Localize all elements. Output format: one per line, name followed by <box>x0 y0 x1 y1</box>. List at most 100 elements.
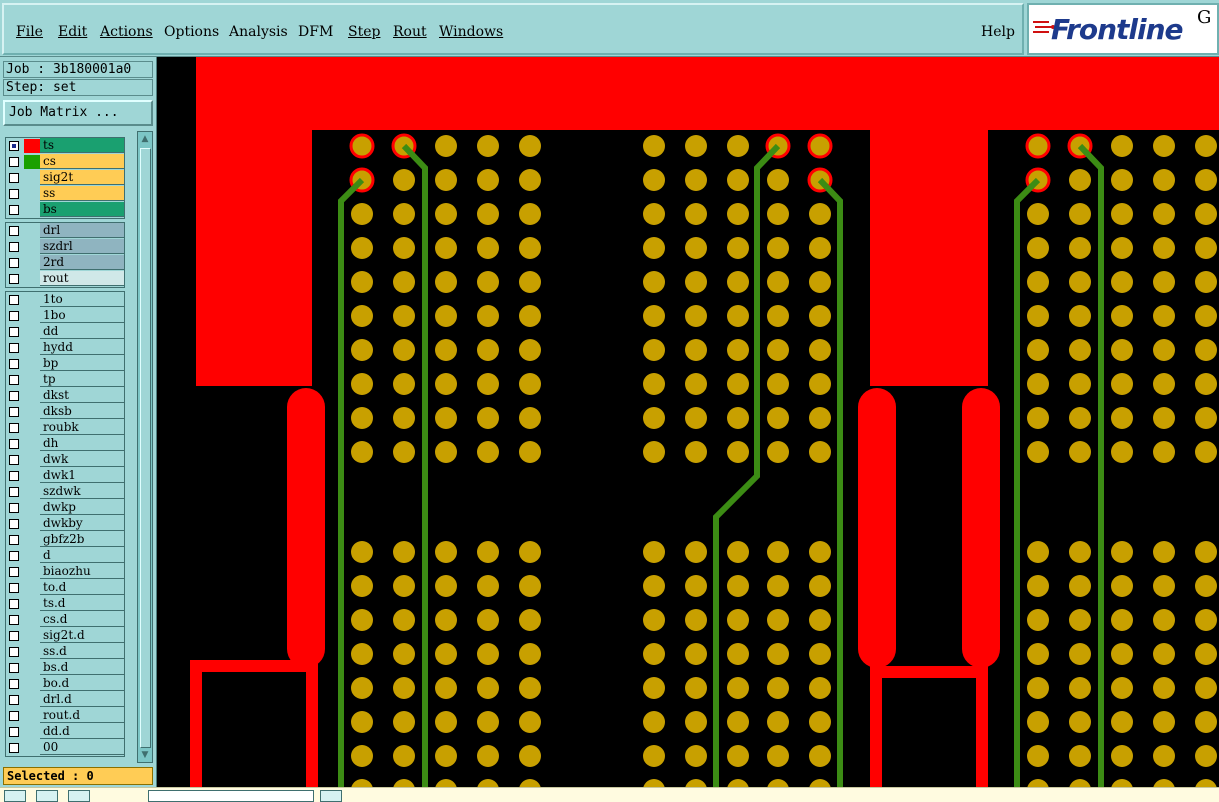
layer-name[interactable]: dkst <box>40 388 124 403</box>
command-field[interactable] <box>148 790 314 802</box>
layer-checkbox[interactable] <box>9 295 19 305</box>
layer-row-gbfz2b[interactable]: gbfz2b <box>6 532 124 548</box>
layer-checkbox[interactable] <box>9 423 19 433</box>
menu-dfm[interactable]: DFM <box>298 24 333 40</box>
layer-name[interactable]: biaozhu <box>40 564 124 579</box>
layer-name[interactable]: drl <box>40 223 124 238</box>
layer-name[interactable]: rout.d <box>40 708 124 723</box>
layer-name[interactable]: to.d <box>40 580 124 595</box>
layer-checkbox[interactable] <box>9 599 19 609</box>
menu-actions[interactable]: Actions <box>100 24 153 40</box>
layer-row-dkst[interactable]: dkst <box>6 388 124 404</box>
layer-checkbox[interactable] <box>9 226 19 236</box>
layer-checkbox[interactable] <box>9 503 19 513</box>
layer-color-swatch[interactable] <box>24 421 40 435</box>
layer-row-1bo[interactable]: 1bo <box>6 308 124 324</box>
layer-name[interactable]: szdrl <box>40 239 124 254</box>
scroll-thumb[interactable] <box>140 148 151 748</box>
layer-row-dd[interactable]: dd <box>6 324 124 340</box>
layer-row-dwkby[interactable]: dwkby <box>6 516 124 532</box>
layer-name[interactable]: dh <box>40 436 124 451</box>
layer-checkbox[interactable] <box>9 189 19 199</box>
layer-row-1to[interactable]: 1to <box>6 292 124 308</box>
layer-checkbox[interactable] <box>9 583 19 593</box>
layer-checkbox[interactable] <box>9 327 19 337</box>
layer-name[interactable]: cs.d <box>40 612 124 627</box>
menu-step[interactable]: Step <box>348 24 380 40</box>
layer-color-swatch[interactable] <box>24 533 40 547</box>
layer-color-swatch[interactable] <box>24 629 40 643</box>
layer-name[interactable]: drl.d <box>40 692 124 707</box>
layer-color-swatch[interactable] <box>24 565 40 579</box>
tool-button[interactable] <box>36 790 58 802</box>
layer-list-scrollbar[interactable]: ▲ ▼ <box>137 131 153 763</box>
menu-rout[interactable]: Rout <box>393 24 427 40</box>
layer-row-ss.d[interactable]: ss.d <box>6 644 124 660</box>
layer-color-swatch[interactable] <box>24 469 40 483</box>
layer-checkbox[interactable] <box>9 407 19 417</box>
layer-color-swatch[interactable] <box>24 725 40 739</box>
layer-color-swatch[interactable] <box>24 357 40 371</box>
layer-checkbox[interactable] <box>9 679 19 689</box>
layer-name[interactable]: dd.d <box>40 724 124 739</box>
layer-row-ts.d[interactable]: ts.d <box>6 596 124 612</box>
layer-color-swatch[interactable] <box>24 256 40 270</box>
layer-name[interactable]: dksb <box>40 404 124 419</box>
layer-checkbox[interactable] <box>9 205 19 215</box>
layer-name[interactable]: bp <box>40 356 124 371</box>
layer-color-swatch[interactable] <box>24 389 40 403</box>
layer-checkbox[interactable] <box>9 242 19 252</box>
layer-row-ss[interactable]: ss <box>6 186 124 202</box>
layer-checkbox[interactable] <box>9 695 19 705</box>
layer-row-sig2t[interactable]: sig2t <box>6 170 124 186</box>
layer-color-swatch[interactable] <box>24 437 40 451</box>
layer-name[interactable]: dwkby <box>40 516 124 531</box>
layer-checkbox[interactable] <box>9 375 19 385</box>
layer-checkbox[interactable] <box>9 455 19 465</box>
layer-checkbox[interactable] <box>9 551 19 561</box>
layer-name[interactable]: bo.d <box>40 676 124 691</box>
layer-checkbox[interactable] <box>9 711 19 721</box>
layer-checkbox[interactable] <box>9 343 19 353</box>
layer-checkbox[interactable] <box>9 631 19 641</box>
layer-row-rout.d[interactable]: rout.d <box>6 708 124 724</box>
layer-color-swatch[interactable] <box>24 661 40 675</box>
layer-color-swatch[interactable] <box>24 272 40 286</box>
layer-color-swatch[interactable] <box>24 139 40 153</box>
layer-color-swatch[interactable] <box>24 240 40 254</box>
layer-color-swatch[interactable] <box>24 501 40 515</box>
menu-edit[interactable]: Edit <box>58 24 87 40</box>
layer-name[interactable]: ts.d <box>40 596 124 611</box>
layer-name[interactable]: ss.d <box>40 644 124 659</box>
layer-checkbox[interactable] <box>9 391 19 401</box>
layer-checkbox[interactable] <box>9 647 19 657</box>
layer-color-swatch[interactable] <box>24 341 40 355</box>
layer-checkbox[interactable] <box>9 439 19 449</box>
layer-name[interactable]: tp <box>40 372 124 387</box>
layer-row-dwk1[interactable]: dwk1 <box>6 468 124 484</box>
menu-help[interactable]: Help <box>981 24 1015 40</box>
layer-color-swatch[interactable] <box>24 485 40 499</box>
layer-row-bs.d[interactable]: bs.d <box>6 660 124 676</box>
layer-row-cs.d[interactable]: cs.d <box>6 612 124 628</box>
layer-color-swatch[interactable] <box>24 293 40 307</box>
layer-color-swatch[interactable] <box>24 613 40 627</box>
layer-color-swatch[interactable] <box>24 171 40 185</box>
layer-name[interactable]: dwk1 <box>40 468 124 483</box>
layer-name[interactable]: 00 <box>40 740 124 755</box>
layer-name[interactable]: dwkp <box>40 500 124 515</box>
layer-color-swatch[interactable] <box>24 405 40 419</box>
layer-checkbox[interactable] <box>9 311 19 321</box>
layer-checkbox[interactable] <box>9 663 19 673</box>
layer-row-szdrl[interactable]: szdrl <box>6 239 124 255</box>
layer-color-swatch[interactable] <box>24 453 40 467</box>
layer-row-roubk[interactable]: roubk <box>6 420 124 436</box>
layer-color-swatch[interactable] <box>24 741 40 755</box>
layer-checkbox[interactable] <box>9 471 19 481</box>
layer-color-swatch[interactable] <box>24 224 40 238</box>
layer-row-to.d[interactable]: to.d <box>6 580 124 596</box>
layer-name[interactable]: cs <box>40 154 124 169</box>
layer-row-rout[interactable]: rout <box>6 271 124 287</box>
layer-checkbox[interactable] <box>9 274 19 284</box>
layer-name[interactable]: szdwk <box>40 484 124 499</box>
